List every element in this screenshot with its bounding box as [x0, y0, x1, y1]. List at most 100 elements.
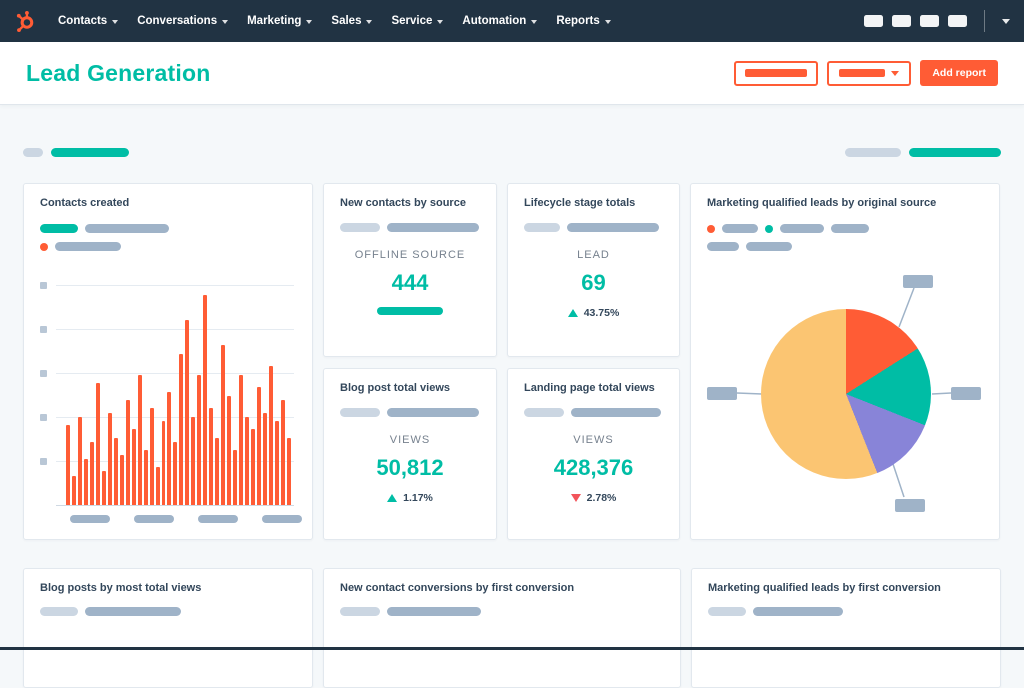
bar: [257, 387, 261, 505]
redacted-subtitle: [524, 408, 663, 417]
redacted-subtitle: [524, 223, 663, 232]
legend-dot-icon: [765, 224, 773, 233]
redacted-callout-label: [895, 499, 925, 512]
report-card-mql-first-conversion: Marketing qualified leads by first conve…: [691, 568, 1001, 688]
bar: [286, 437, 291, 505]
bar: [215, 437, 220, 505]
redacted-text-bar: [571, 408, 661, 417]
report-card-blog-post-total-views: Blog post total views VIEWS 50,812 1.17%: [323, 368, 497, 540]
redacted-label-bar: [839, 69, 886, 77]
bar: [119, 454, 124, 505]
nav-item-sales[interactable]: Sales: [331, 15, 373, 27]
bar: [251, 429, 255, 505]
bar: [143, 450, 148, 505]
redacted-text-bar: [198, 515, 238, 523]
chevron-down-icon: [366, 20, 373, 24]
legend-swatch: [40, 224, 78, 233]
legend-dot-icon: [40, 242, 48, 251]
redacted-text-bar: [746, 242, 792, 251]
add-report-button[interactable]: Add report: [920, 60, 998, 86]
report-title: Landing page total views: [524, 382, 655, 394]
redacted-text-bar: [707, 242, 739, 251]
report-title: Lifecycle stage totals: [524, 197, 636, 209]
stat-delta: 43.75%: [524, 307, 663, 319]
redacted-text-bar: [753, 607, 843, 616]
nav-tool-icon[interactable]: [864, 15, 883, 27]
bar: [239, 374, 244, 505]
gridline: [40, 282, 294, 289]
chevron-down-icon: [112, 20, 119, 24]
delta-value: 2.78%: [586, 492, 617, 504]
hubspot-logo-icon[interactable]: [14, 10, 37, 33]
redacted-text-bar: [70, 515, 110, 523]
redacted-subtitle: [340, 607, 664, 616]
stat-label: LEAD: [577, 249, 610, 261]
stat-label: OFFLINE SOURCE: [354, 249, 466, 261]
report-card-landing-page-total-views: Landing page total views VIEWS 428,376 2…: [507, 368, 680, 540]
top-navbar: Contacts Conversations Marketing Sales S…: [0, 0, 1024, 42]
nav-tool-icon[interactable]: [948, 15, 967, 27]
redacted-text-bar: [845, 148, 901, 157]
redacted-text-bar: [134, 515, 174, 523]
report-card-blog-posts-most-views: Blog posts by most total views: [23, 568, 313, 688]
axis-tick: [40, 370, 47, 377]
redacted-text-bar: [387, 607, 481, 616]
bar: [71, 475, 76, 505]
redacted-text-bar: [567, 223, 659, 232]
dashboard-action-button[interactable]: [734, 60, 819, 86]
chart-legend: [40, 242, 296, 251]
dashboard-filter-dropdown[interactable]: [827, 60, 912, 86]
redacted-subtitle: [40, 607, 296, 616]
redacted-text-bar: [780, 224, 824, 233]
chart-legend: [707, 242, 983, 251]
nav-item-label: Reports: [556, 15, 600, 27]
stat-delta: 2.78%: [524, 492, 663, 504]
nav-item-conversations[interactable]: Conversations: [137, 15, 229, 27]
redacted-callout-label: [707, 387, 737, 400]
bar: [66, 425, 70, 505]
bar: [131, 429, 136, 505]
bar: [221, 345, 226, 505]
dashboard-range-control[interactable]: [845, 148, 1001, 157]
stat-value: 50,812: [376, 455, 444, 480]
nav-item-marketing[interactable]: Marketing: [247, 15, 313, 27]
nav-tool-icon[interactable]: [892, 15, 911, 27]
bar: [83, 458, 88, 505]
nav-item-label: Automation: [462, 15, 527, 27]
bar: [155, 467, 160, 505]
redacted-text-bar: [831, 224, 869, 233]
report-title: New contacts by source: [340, 197, 466, 209]
redacted-text-bar: [85, 224, 169, 233]
bar: [191, 416, 196, 505]
header-actions: Add report: [734, 60, 998, 86]
bar: [233, 450, 238, 505]
report-card-mql-original-source: Marketing qualified leads by original so…: [690, 183, 1000, 540]
report-title: New contact conversions by first convers…: [340, 582, 575, 594]
nav-item-automation[interactable]: Automation: [462, 15, 538, 27]
bar: [161, 421, 166, 505]
redacted-text-bar: [262, 515, 302, 523]
bar: [89, 442, 94, 505]
dashboard-owner-control[interactable]: [23, 148, 129, 157]
nav-item-label: Conversations: [137, 15, 218, 27]
bar: [101, 471, 106, 505]
nav-item-contacts[interactable]: Contacts: [58, 15, 119, 27]
legend-dot-icon: [707, 224, 715, 233]
nav-item-service[interactable]: Service: [391, 15, 444, 27]
stat-label: VIEWS: [573, 434, 614, 446]
nav-tool-icon[interactable]: [920, 15, 939, 27]
report-title: Contacts created: [40, 197, 130, 209]
chevron-down-icon: [306, 20, 313, 24]
delta-value: 43.75%: [583, 307, 620, 319]
stat-value: 428,376: [553, 455, 634, 480]
bar: [268, 366, 273, 505]
delta-value: 1.17%: [403, 492, 433, 504]
report-grid: Contacts created New contacts by source …: [23, 183, 1001, 540]
redacted-text-bar: [55, 242, 121, 251]
dashboard-body: Contacts created New contacts by source …: [0, 148, 1024, 688]
nav-item-reports[interactable]: Reports: [556, 15, 611, 27]
account-chevron-down-icon[interactable]: [1002, 18, 1010, 24]
page-title: Lead Generation: [26, 59, 211, 86]
bar: [179, 353, 184, 505]
redacted-text-bar: [377, 307, 443, 315]
